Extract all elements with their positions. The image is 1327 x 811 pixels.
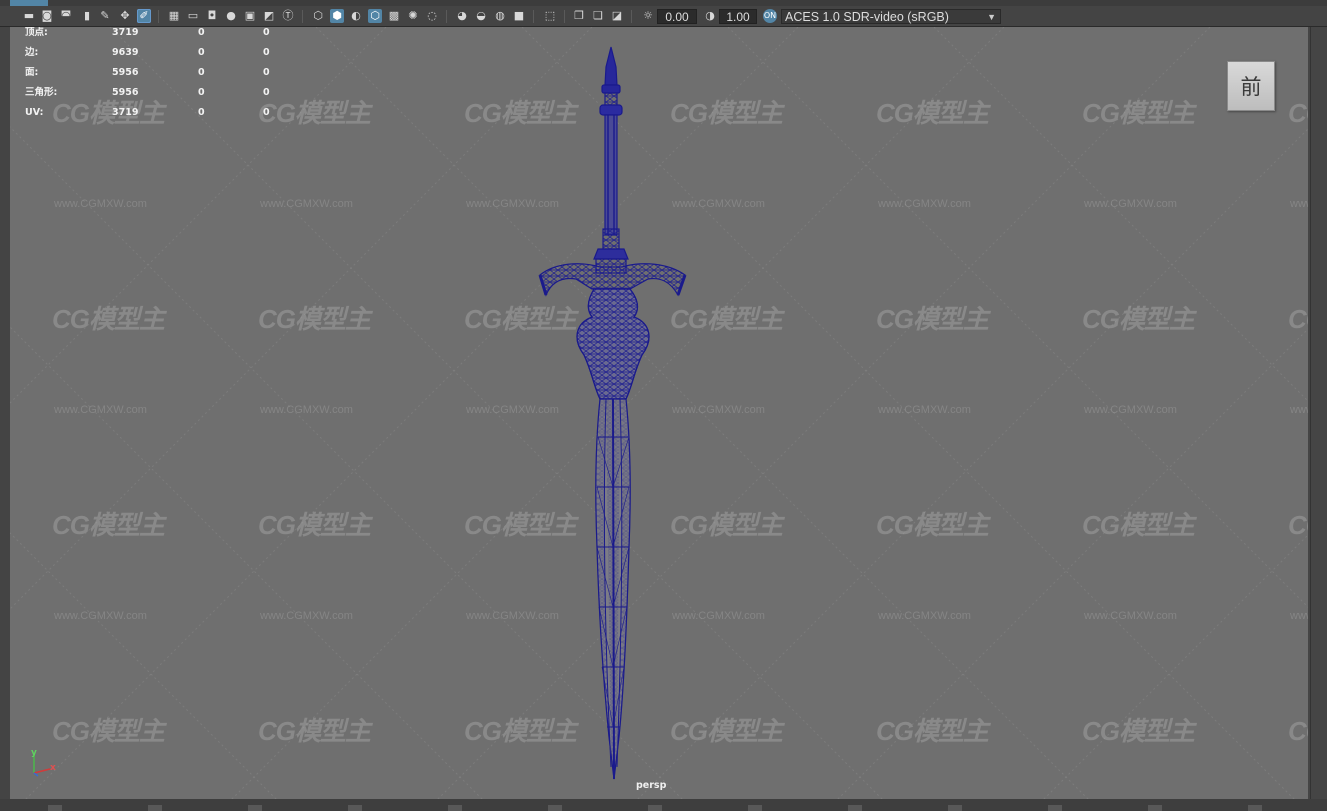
hud-selected-value: 0 [198,107,205,118]
default-material-icon[interactable]: ◐ [349,9,363,23]
color-space-value: ACES 1.0 SDR-video (sRGB) [785,10,949,24]
hud-selected-value: 0 [198,47,205,58]
hud-component-value: 0 [263,47,270,58]
exposure-field[interactable]: 0.00 [657,9,697,24]
field-chart-icon[interactable]: ▣ [243,9,257,23]
resolution-gate-icon[interactable]: ◘ [205,9,219,23]
hud-value: 5956 [112,67,139,78]
image-plane-icon[interactable]: ▮ [80,9,94,23]
gamma-icon[interactable]: ◑ [703,9,717,23]
view-cube[interactable]: 前 [1227,61,1275,111]
bookmark-icon[interactable]: ◚ [59,9,73,23]
gate-mask-icon[interactable]: ● [224,9,238,23]
safe-action-icon[interactable]: ◩ [262,9,276,23]
hud-value: 5956 [112,87,139,98]
exposure-icon[interactable]: ☼ [641,9,655,23]
grease-pencil-icon[interactable]: ✎ [98,9,112,23]
left-panel-edge [0,27,10,811]
view-cube-face-label: 前 [1240,75,1262,99]
depth-of-field-icon[interactable]: ■ [512,9,526,23]
grease-pencil-tool-icon[interactable]: ✐ [137,9,151,23]
hud-component-value: 0 [263,87,270,98]
xray-joints-icon[interactable]: ❏ [591,9,605,23]
use-all-lights-icon[interactable]: ✺ [406,9,420,23]
film-gate-icon[interactable]: ▭ [186,9,200,23]
axis-y-label: y [31,748,37,758]
hud-selected-value: 0 [198,67,205,78]
axis-x-label: x [50,763,56,773]
motion-blur-icon[interactable]: ◒ [474,9,488,23]
isolate-select-icon[interactable]: ⬚ [543,9,557,23]
right-panel-edge [1308,27,1327,811]
anti-aliasing-icon[interactable]: ◍ [493,9,507,23]
hud-label: 边: [25,47,39,58]
hud-label: 顶点: [25,27,48,38]
gamma-field[interactable]: 1.00 [719,9,757,24]
shadows-icon[interactable]: ◌ [425,9,439,23]
hud-component-value: 0 [263,27,270,38]
hud-selected-value: 0 [198,27,205,38]
hud-component-value: 0 [263,107,270,118]
time-slider[interactable] [0,799,1327,811]
textured-icon[interactable]: ▩ [387,9,401,23]
chevron-down-icon: ▼ [987,12,996,22]
xray-icon[interactable]: ❐ [572,9,586,23]
hud-value: 3719 [112,27,139,38]
hud-value: 9639 [112,47,139,58]
axis-gizmo [33,755,51,777]
wireframe-icon[interactable]: ⬡ [311,9,325,23]
smooth-shade-icon[interactable]: ⬢ [330,9,344,23]
safe-title-icon[interactable]: Ⓣ [281,9,295,23]
camera-attributes-icon[interactable]: ◙ [40,9,54,23]
sword-wireframe-model [538,46,687,780]
hud-label: UV: [25,107,44,118]
backface-icon[interactable]: ◪ [610,9,624,23]
viewport-toolbar: ▬ ◙ ◚ ▮ ✎ ✥ ✐ ▦ ▭ ◘ ● ▣ ◩ Ⓣ ⬡ ⬢ ◐ ⬡ ▩ ✺ … [0,6,1327,27]
hud-component-value: 0 [263,67,270,78]
hud-value: 3719 [112,107,139,118]
camera-name-label: persp [636,780,667,791]
2d-pan-zoom-icon[interactable]: ✥ [118,9,132,23]
color-management-icon[interactable]: ON [763,9,777,23]
3d-viewport[interactable]: CG模型主CG模型主CG模型主CG模型主CG模型主CG模型主CG模型主CG模型主… [10,27,1308,799]
hud-label: 面: [25,67,39,78]
hud-label: 三角形: [25,87,58,98]
grid-icon[interactable]: ▦ [167,9,181,23]
screen-space-ao-icon[interactable]: ◕ [455,9,469,23]
hud-selected-value: 0 [198,87,205,98]
wireframe-on-shaded-icon[interactable]: ⬡ [368,9,382,23]
camera-icon[interactable]: ▬ [22,9,36,23]
color-space-dropdown[interactable]: ACES 1.0 SDR-video (sRGB) ▼ [781,9,1001,24]
